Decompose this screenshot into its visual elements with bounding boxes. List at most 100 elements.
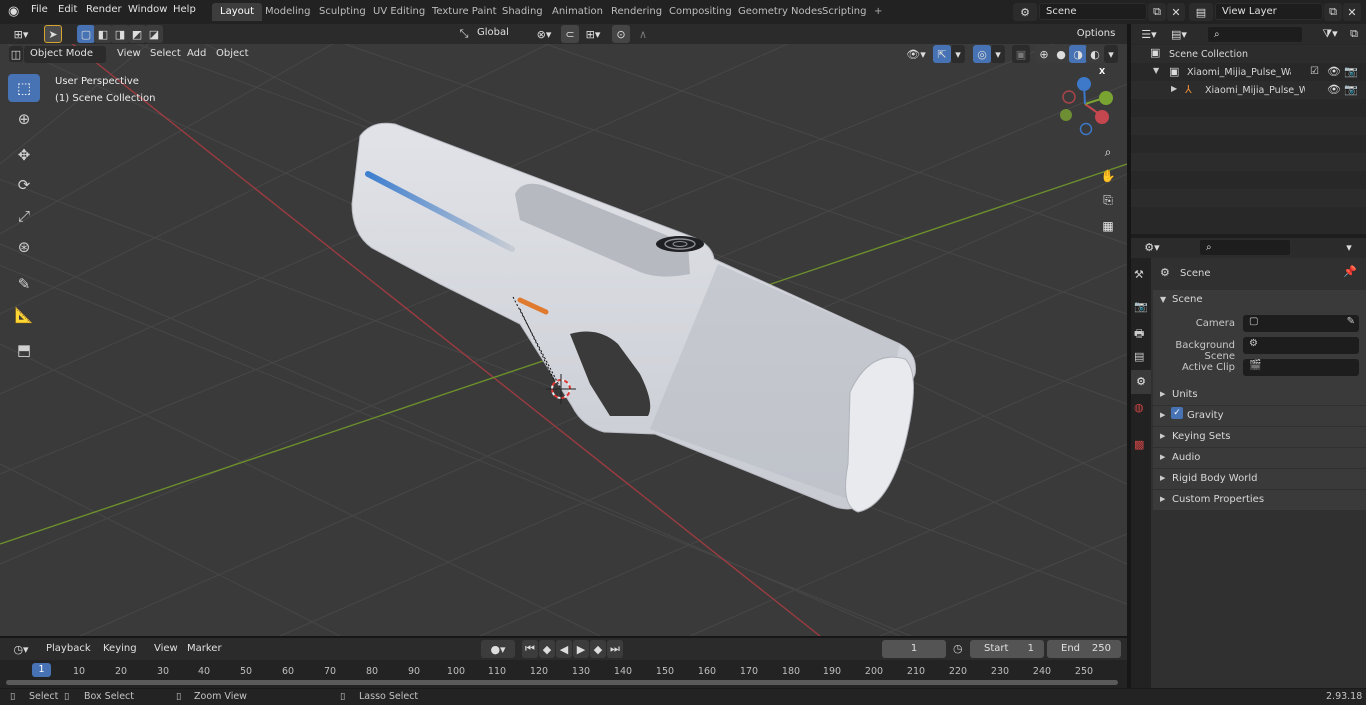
view-layer-field[interactable]: View Layer bbox=[1215, 3, 1323, 20]
tab-texture-paint[interactable]: Texture Paint bbox=[424, 3, 505, 21]
measure-tool-icon[interactable]: 📐 bbox=[8, 301, 40, 329]
select-box-tool-icon[interactable]: ⬚ bbox=[8, 74, 40, 102]
object-mode-dropdown[interactable]: Object Mode bbox=[24, 46, 106, 63]
tool-tab-icon[interactable]: ⚒ bbox=[1134, 268, 1144, 281]
move-tool-icon[interactable]: ✥ bbox=[8, 141, 40, 169]
overlay-toggle-icon[interactable]: ◎ bbox=[973, 45, 991, 63]
overlay-dropdown-icon[interactable]: ▾ bbox=[991, 45, 1005, 63]
world-tab-icon[interactable]: ◍ bbox=[1134, 401, 1144, 414]
keying-menu[interactable]: Keying bbox=[103, 643, 137, 654]
preview-range-icon[interactable]: ◷ bbox=[953, 642, 963, 655]
tab-compositing[interactable]: Compositing bbox=[661, 3, 740, 21]
scene-tab-icon[interactable]: ⚙ bbox=[1131, 370, 1151, 394]
jump-end-icon[interactable]: ⏭ bbox=[607, 640, 623, 658]
play-icon[interactable]: ▶ bbox=[573, 640, 589, 658]
current-frame-field[interactable]: 1 bbox=[882, 640, 946, 658]
select-mode-subtract-icon[interactable]: ◨ bbox=[111, 25, 129, 43]
camera-field[interactable]: ▢ ✎ bbox=[1243, 315, 1359, 332]
gravity-panel[interactable]: Gravity bbox=[1187, 410, 1224, 421]
gravity-expand-icon[interactable]: ▶ bbox=[1160, 411, 1165, 419]
view-layer-tab-icon[interactable]: ▤ bbox=[1134, 350, 1144, 363]
snap-icon[interactable]: ⊂ bbox=[561, 25, 579, 43]
next-keyframe-icon[interactable]: ◆ bbox=[590, 640, 606, 658]
scene-name-field[interactable]: Scene bbox=[1039, 3, 1147, 20]
delete-view-layer-icon[interactable]: ✕ bbox=[1343, 3, 1361, 21]
ortho-toggle-icon[interactable]: ▦ bbox=[1098, 216, 1118, 236]
falloff-icon[interactable]: ∧ bbox=[630, 25, 656, 43]
viewport-canvas[interactable] bbox=[0, 44, 1127, 636]
menu-add[interactable]: Add bbox=[187, 48, 206, 59]
menu-object[interactable]: Object bbox=[216, 48, 249, 59]
marker-menu[interactable]: Marker bbox=[187, 643, 222, 654]
display-mode-icon[interactable]: ▤▾ bbox=[1167, 25, 1191, 43]
gizmo-dropdown-icon[interactable]: ▾ bbox=[951, 45, 965, 63]
select-mode-extend-icon[interactable]: ◧ bbox=[94, 25, 112, 43]
transform-orientation-dropdown[interactable]: Global bbox=[471, 25, 523, 42]
pin-icon[interactable]: 📌 bbox=[1343, 265, 1357, 278]
delete-scene-icon[interactable]: ✕ bbox=[1167, 3, 1185, 21]
solid-shading-icon[interactable]: ● bbox=[1052, 45, 1070, 63]
gravity-checkbox[interactable]: ✓ bbox=[1171, 407, 1183, 419]
output-tab-icon[interactable]: 🖶 bbox=[1134, 325, 1144, 344]
scale-tool-icon[interactable]: ⤢ bbox=[8, 202, 40, 230]
proportional-edit-icon[interactable]: ⊙ bbox=[612, 25, 630, 43]
tab-uv-editing[interactable]: UV Editing bbox=[365, 3, 433, 21]
outliner-scene-collection[interactable]: Scene Collection bbox=[1169, 49, 1248, 60]
add-workspace-button[interactable]: + bbox=[866, 3, 890, 21]
tab-modeling[interactable]: Modeling bbox=[257, 3, 319, 21]
prev-keyframe-icon[interactable]: ◆ bbox=[539, 640, 555, 658]
snap-target-icon[interactable]: ⊞▾ bbox=[580, 25, 606, 43]
properties-search-input[interactable]: ⌕ bbox=[1199, 239, 1291, 256]
shading-dropdown-icon[interactable]: ▾ bbox=[1104, 45, 1118, 63]
select-mode-intersect-icon[interactable]: ◪ bbox=[145, 25, 163, 43]
start-frame-field[interactable]: Start 1 bbox=[970, 640, 1044, 658]
background-scene-field[interactable]: ⚙ bbox=[1243, 337, 1359, 354]
active-clip-field[interactable]: 🎬 bbox=[1243, 359, 1359, 376]
tab-shading[interactable]: Shading bbox=[494, 3, 551, 21]
options-dropdown[interactable]: Options bbox=[1069, 25, 1123, 43]
outliner-object-item[interactable]: Xiaomi_Mijia_Pulse_Wate bbox=[1205, 85, 1305, 96]
custom-properties-expand-icon[interactable]: ▶ bbox=[1160, 495, 1165, 503]
keying-sets-expand-icon[interactable]: ▶ bbox=[1160, 432, 1165, 440]
menu-view[interactable]: View bbox=[117, 48, 141, 59]
tab-layout[interactable]: Layout bbox=[212, 3, 262, 21]
cursor-tool-icon[interactable]: ⊕ bbox=[8, 105, 40, 133]
new-scene-icon[interactable]: ⧉ bbox=[1148, 3, 1166, 21]
collection-checkbox-icon[interactable]: ☑ bbox=[1310, 66, 1319, 77]
keying-sets-panel[interactable]: Keying Sets bbox=[1172, 431, 1230, 442]
menu-render[interactable]: Render bbox=[86, 4, 122, 15]
audio-panel[interactable]: Audio bbox=[1172, 452, 1200, 463]
jump-start-icon[interactable]: ⏮ bbox=[522, 640, 538, 658]
timeline-editor-icon[interactable]: ◷▾ bbox=[8, 640, 34, 658]
menu-window[interactable]: Window bbox=[128, 4, 167, 15]
playback-menu[interactable]: Playback bbox=[46, 643, 91, 654]
new-collection-icon[interactable]: ⧉ bbox=[1345, 25, 1363, 43]
zoom-view-icon[interactable]: ⌕ bbox=[1098, 142, 1118, 162]
object-mode-icon[interactable]: ◫ bbox=[9, 46, 23, 62]
menu-edit[interactable]: Edit bbox=[58, 4, 77, 15]
texture-tab-icon[interactable]: ▩ bbox=[1134, 438, 1144, 451]
render-tab-icon[interactable]: 📷 bbox=[1134, 300, 1148, 313]
expand-collection-icon[interactable]: ▼ bbox=[1153, 66, 1159, 75]
custom-properties-panel[interactable]: Custom Properties bbox=[1172, 494, 1264, 505]
new-view-layer-icon[interactable]: ⧉ bbox=[1324, 3, 1342, 21]
menu-select[interactable]: Select bbox=[150, 48, 181, 59]
tab-animation[interactable]: Animation bbox=[544, 3, 611, 21]
outliner-editor-icon[interactable]: ☰▾ bbox=[1137, 25, 1161, 43]
add-cube-tool-icon[interactable]: ⬒ bbox=[8, 336, 40, 364]
object-render-icon[interactable]: 📷 bbox=[1344, 83, 1358, 96]
annotate-tool-icon[interactable]: ✎ bbox=[8, 270, 40, 298]
outliner-search-input[interactable]: ⌕ bbox=[1207, 26, 1303, 43]
menu-help[interactable]: Help bbox=[173, 4, 196, 15]
expand-object-icon[interactable]: ▶ bbox=[1171, 84, 1177, 93]
view-layer-icon[interactable]: ▤ bbox=[1189, 3, 1213, 21]
properties-editor-icon[interactable]: ⚙▾ bbox=[1139, 238, 1165, 256]
properties-options-icon[interactable]: ▾ bbox=[1340, 238, 1358, 256]
rigid-body-world-expand-icon[interactable]: ▶ bbox=[1160, 474, 1165, 482]
audio-expand-icon[interactable]: ▶ bbox=[1160, 453, 1165, 461]
collection-render-icon[interactable]: 📷 bbox=[1344, 65, 1358, 78]
select-mode-invert-icon[interactable]: ◩ bbox=[128, 25, 146, 43]
editor-type-icon[interactable]: ⊞▾ bbox=[8, 25, 34, 43]
scene-panel-title[interactable]: Scene bbox=[1172, 294, 1203, 305]
scene-icon[interactable]: ⚙ bbox=[1013, 3, 1037, 21]
